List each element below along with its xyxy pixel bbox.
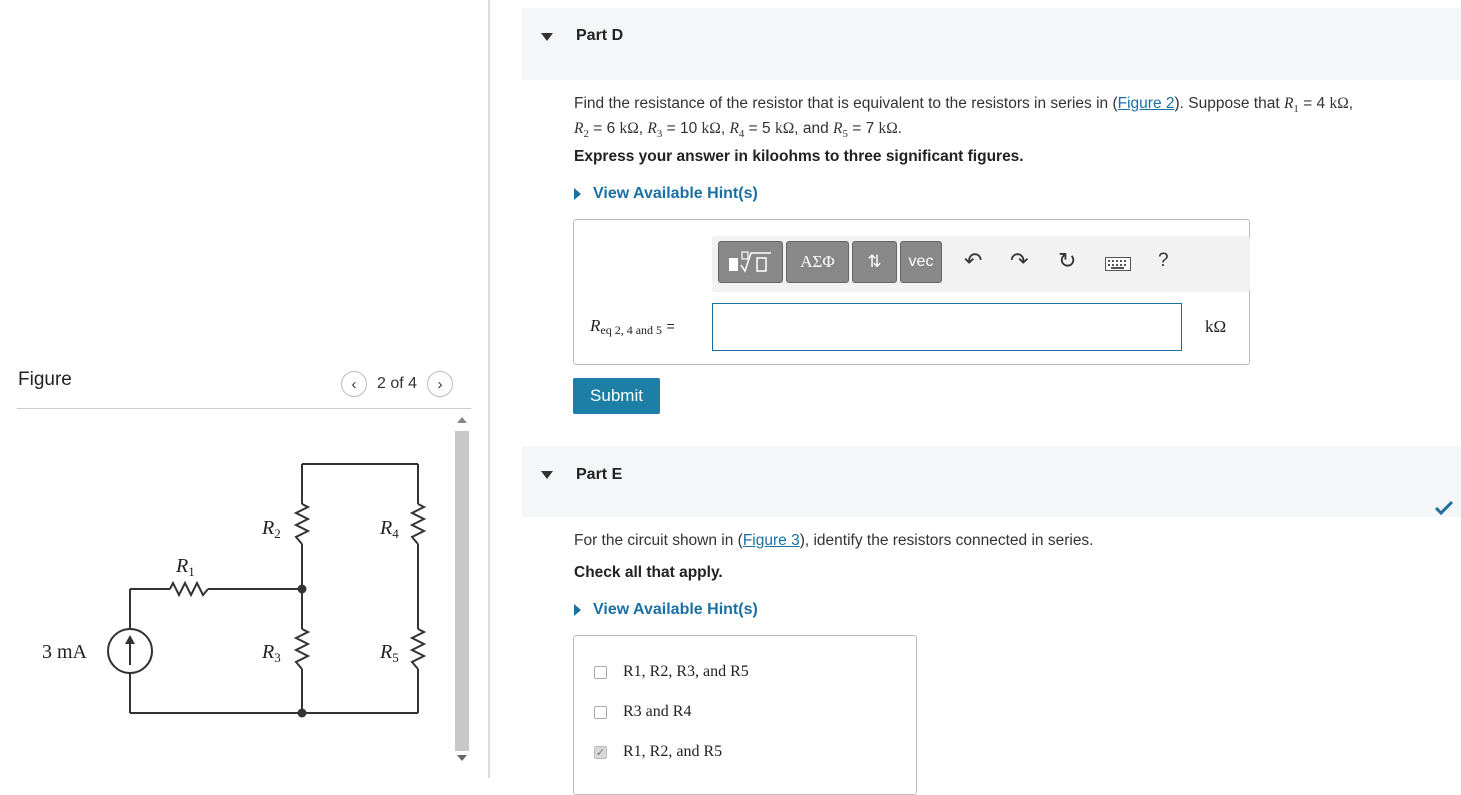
label-r5: R5 <box>379 641 399 665</box>
choice-label: R1, R2, R3, and R5 <box>623 663 749 680</box>
part-d-question: Find the resistance of the resistor that… <box>574 95 1354 141</box>
r3-value: 10 <box>679 120 698 138</box>
checkmark-icon: ✓ <box>595 746 606 759</box>
arrows-button[interactable]: ⇅ <box>852 241 897 283</box>
reset-icon: ↻ <box>1058 248 1077 273</box>
figure-title: Figure <box>18 369 72 390</box>
answer-input[interactable] <box>712 303 1182 351</box>
part-d-header[interactable]: Part D <box>522 8 1461 80</box>
redo-button[interactable]: ↷ <box>1010 248 1028 274</box>
help-button[interactable]: ? <box>1158 250 1169 272</box>
resistor-r1 <box>169 580 209 598</box>
up-down-arrows-icon: ⇅ <box>867 252 882 271</box>
vec-button[interactable]: vec <box>900 241 942 283</box>
choice-list: R1, R2, R3, and R5 R3 and R4 ✓ R1, R2, a… <box>573 635 917 795</box>
choice-item[interactable]: ✓ R1, R2, and R5 <box>594 743 722 761</box>
figure-scrollbar[interactable] <box>454 415 470 770</box>
caret-down-icon <box>541 471 553 479</box>
figure-2-link[interactable]: Figure 2 <box>1118 95 1175 112</box>
divider <box>17 408 471 409</box>
figure-3-link[interactable]: Figure 3 <box>743 532 800 549</box>
part-d-hint-toggle[interactable]: View Available Hint(s) <box>574 185 758 203</box>
choice-label: R3 and R4 <box>623 703 692 720</box>
label-r3: R3 <box>261 641 281 665</box>
choice-label: R1, R2, and R5 <box>623 743 723 760</box>
checkbox-checked[interactable]: ✓ <box>594 745 607 759</box>
source-label: 3 mA <box>42 641 88 663</box>
r5-value: 7 <box>865 120 875 138</box>
label-r1: R1 <box>175 555 195 579</box>
scroll-down-icon[interactable] <box>457 755 467 761</box>
part-e-instruction: Check all that apply. <box>574 564 723 581</box>
figure-pager-text: 2 of 4 <box>377 375 418 392</box>
part-e-title: Part E <box>576 466 623 483</box>
r4-value: 5 <box>762 120 771 138</box>
undo-button[interactable]: ↶ <box>964 248 982 274</box>
keyboard-icon <box>1105 257 1131 271</box>
part-d-title: Part D <box>576 27 624 44</box>
reset-button[interactable]: ↻ <box>1058 248 1076 274</box>
redo-icon: ↷ <box>1010 248 1029 273</box>
submit-button[interactable]: Submit <box>573 378 660 414</box>
answer-label: Req 2, 4 and 5 = <box>590 316 675 337</box>
chevron-right-icon: › <box>437 375 443 393</box>
resistor-r3 <box>293 628 311 670</box>
r1-symbol: R1 <box>1283 95 1299 116</box>
math-template-icon <box>728 251 771 273</box>
scroll-up-icon[interactable] <box>457 417 467 423</box>
circuit-diagram: 3 mA R1 R2 R3 R4 R5 <box>42 463 427 718</box>
panel-divider <box>488 0 490 778</box>
part-e-header[interactable]: Part E <box>522 446 1461 517</box>
checkbox[interactable] <box>594 705 607 719</box>
caret-down-icon <box>541 33 553 41</box>
part-e-question: For the circuit shown in (Figure 3), ide… <box>574 532 1094 549</box>
undo-icon: ↶ <box>964 248 983 273</box>
choice-item[interactable]: R1, R2, R3, and R5 <box>594 663 749 681</box>
scroll-thumb[interactable] <box>455 431 469 751</box>
triangle-right-icon <box>574 604 581 616</box>
checkmark-icon <box>1434 500 1454 516</box>
greek-button[interactable]: ΑΣΦ <box>786 241 849 283</box>
part-e-hint-toggle[interactable]: View Available Hint(s) <box>574 601 758 619</box>
resistor-r2 <box>293 503 311 545</box>
part-d-instruction: Express your answer in kiloohms to three… <box>574 148 1024 165</box>
label-r2: R2 <box>261 517 281 541</box>
r1-value: 4 <box>1316 95 1326 112</box>
figure-panel: Figure ‹ 2 of 4 › 3 mA R1 R2 R3 R4 R5 <box>0 0 490 778</box>
answer-unit: kΩ <box>1205 317 1227 336</box>
triangle-right-icon <box>574 188 581 200</box>
next-figure-button[interactable]: › <box>427 371 454 397</box>
keyboard-button[interactable] <box>1105 257 1131 276</box>
answer-box: ΑΣΦ ⇅ vec ↶ ↷ ↻ ? Req 2, 4 and 5 = kΩ <box>573 219 1250 365</box>
chevron-left-icon: ‹ <box>351 375 357 393</box>
resistor-r4 <box>409 503 427 545</box>
checkbox[interactable] <box>594 665 607 679</box>
resistor-r5 <box>409 628 427 670</box>
figure-pager: ‹ 2 of 4 › <box>341 370 454 398</box>
choice-item[interactable]: R3 and R4 <box>594 703 691 721</box>
templates-button[interactable] <box>718 241 783 283</box>
label-r4: R4 <box>379 517 399 541</box>
r2-value: 6 <box>606 120 616 138</box>
math-toolbar: ΑΣΦ ⇅ vec ↶ ↷ ↻ ? <box>712 236 1250 292</box>
prev-figure-button[interactable]: ‹ <box>341 371 367 397</box>
